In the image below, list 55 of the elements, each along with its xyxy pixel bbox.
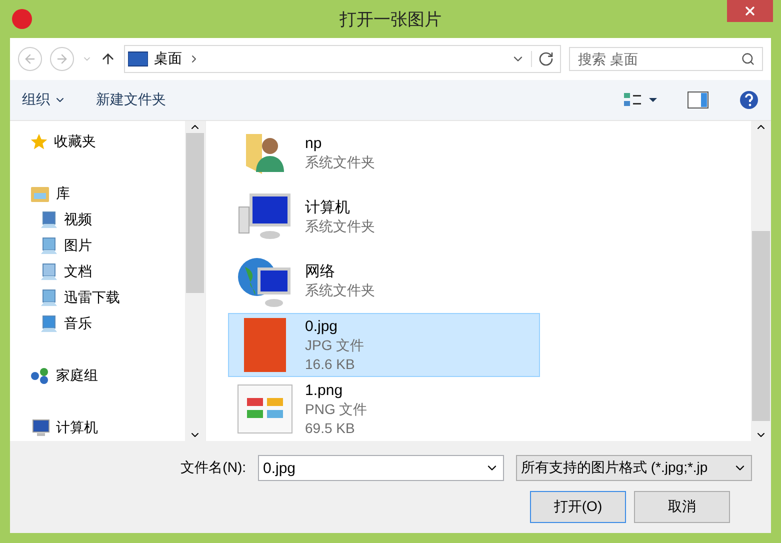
file-size: 16.6 KB [305,354,356,374]
sidebar-item[interactable]: 文档 [64,263,92,281]
computer-icon [237,193,293,241]
sidebar-item[interactable]: 图片 [64,237,92,255]
file-type: 系统文件夹 [305,217,375,236]
address-bar[interactable]: 桌面 [124,45,561,73]
file-item[interactable]: np 系统文件夹 [228,121,540,185]
sidebar-item[interactable]: 库 [56,185,70,203]
cancel-button[interactable]: 取消 [634,491,730,523]
computer-icon [30,419,50,437]
help-icon[interactable] [739,90,759,110]
sidebar-item[interactable]: 音乐 [64,315,92,333]
file-item[interactable]: 计算机 系统文件夹 [228,185,540,249]
sidebar-item[interactable]: 迅雷下载 [64,289,120,307]
sidebar-item[interactable]: 收藏夹 [54,133,96,151]
sidebar-item[interactable]: 计算机 [56,419,98,437]
file-list-scrollbar[interactable] [751,121,771,441]
sidebar-item[interactable]: 视频 [64,211,92,229]
file-name: 计算机 [305,198,351,217]
window-title: 打开一张图片 [340,8,442,30]
library-folder-icon [30,185,50,203]
search-field[interactable]: 搜索 桌面 [569,47,763,71]
up-button[interactable] [100,51,116,67]
search-icon [741,52,755,66]
filename-field[interactable]: 0.jpg [258,455,504,481]
new-folder-button[interactable]: 新建文件夹 [96,91,166,109]
file-type: 系统文件夹 [305,281,375,300]
photo-placeholder [244,318,286,372]
star-icon [30,133,48,151]
sidebar-item[interactable]: 家庭组 [56,367,98,385]
file-type: JPG 文件 [305,336,364,354]
file-size: 69.5 KB [305,418,356,438]
file-item[interactable]: 0.jpg JPG 文件 16.6 KB [228,313,540,377]
file-type: 系统文件夹 [305,153,375,172]
view-options-icon[interactable] [623,92,657,108]
file-item[interactable]: 1.png PNG 文件 69.5 KB [228,377,540,441]
sidebar-scrollbar[interactable] [185,121,205,441]
homegroup-icon [30,367,50,385]
close-button[interactable] [727,0,773,22]
file-type-dropdown[interactable]: 所有支持的图片格式 (*.jpg;*.jp [516,455,752,481]
file-name: 1.png [305,380,344,400]
screenshot-thumbnail [237,384,293,434]
filename-label: 文件名(N): [180,459,246,477]
file-name: 0.jpg [305,316,339,336]
file-type: PNG 文件 [305,400,368,418]
file-name: 网络 [305,262,336,281]
organize-menu[interactable]: 组织 [22,91,66,109]
open-button[interactable]: 打开(O) [530,491,626,523]
preview-pane-icon[interactable] [687,91,709,109]
desktop-icon [128,51,148,67]
app-logo-icon [12,9,32,29]
close-icon [743,4,757,18]
file-name: np [305,134,323,153]
file-item[interactable]: 网络 系统文件夹 [228,249,540,313]
address-text: 桌面 [154,50,182,68]
